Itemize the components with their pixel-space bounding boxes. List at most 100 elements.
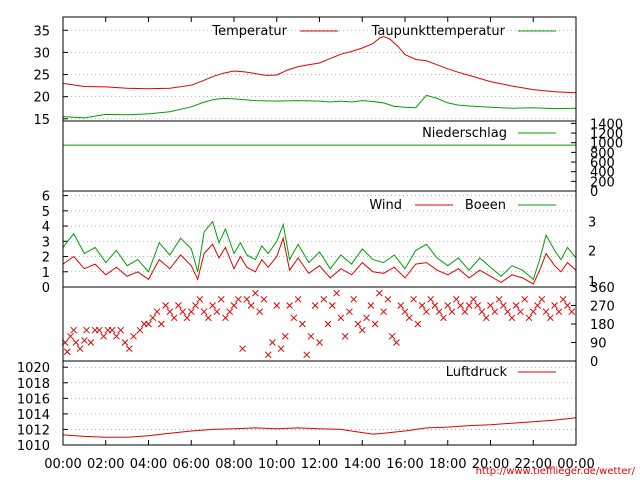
wind-direction-point [70,326,78,334]
x-tick-label: 06:00 [173,457,210,472]
weather-chart: 1520253035 Temperatur Taupunkttemperatur02… [17,16,636,477]
wind-ytick-label: 5 [42,205,50,220]
legend-boeen-label: Boeen [465,198,506,213]
wind-direction-point [405,314,413,322]
wind-direction-point [452,295,460,303]
legend-taupunkt-label: Taupunkttemperatur [371,24,506,39]
wind-direction-point [495,295,503,303]
wind-direction-point [87,339,95,346]
wind-direction-point [307,332,315,340]
wind-direction-point [367,302,375,309]
wind-direction-point [130,332,137,340]
wind-direction-point [113,332,120,340]
legend-luftdruck-label: Luftdruck [446,365,508,380]
wind-direction-point [341,332,349,340]
pressure-ytick-label: 1012 [17,423,50,438]
wind-direction-point [81,337,88,344]
legend-wind-label: Wind [369,198,402,213]
dir-ytick-label: 0 [590,355,598,370]
wind-ytick-label: 0 [42,281,50,296]
source-url: http://www.tiefflieger.de/wetter/ [476,466,636,477]
wind-direction-point [478,308,486,316]
wind-direction-point [388,332,396,340]
wind-direction-point [559,295,567,303]
wind-direction-point [418,302,426,309]
wind-direction-point [354,320,362,328]
wind-direction-point [100,332,107,340]
wind-direction-point [252,289,259,297]
wind-direction-point [136,326,144,334]
wind-direction-point [269,339,276,346]
dir-ytick-label: 270 [590,300,615,315]
wind-direction-point [316,339,323,346]
wind-direction-point [461,308,469,316]
wind-direction-point [384,295,392,303]
wind-direction-point [470,295,477,303]
precip-ytick-label: 1400 [590,117,623,132]
wind-direction-point [542,308,550,316]
wind-direction-point [538,295,546,303]
wind-direction-point [125,345,133,353]
wind-direction-point [491,308,499,316]
legend-niederschlag-label: Niederschlag [422,126,507,141]
x-tick-label: 16:00 [386,457,423,472]
wind-direction-point [333,289,340,297]
temp-ytick-label: 35 [33,24,50,39]
wind-direction-point [166,308,174,316]
wind-direction-point [157,320,165,328]
wind-direction-point [273,302,281,309]
wind-ytick-label: 6 [42,190,50,205]
series-boeen [62,220,577,281]
wind-direction-point [448,308,456,316]
wind-direction-point [196,295,204,303]
wind-direction-point [230,302,238,309]
wind-direction-point [153,308,161,316]
wind-ytick-label: 4 [42,220,50,235]
wind-direction-point [260,295,268,303]
dir-ytick-label: 90 [590,337,607,352]
wind-direction-point [423,308,430,316]
wind-direction-point [358,326,366,334]
x-tick-label: 02:00 [87,457,124,472]
wind-direction-point [444,302,452,309]
wind-direction-point [239,345,246,353]
wind-direction-point [525,314,533,322]
wind-direction-point [328,302,336,309]
pressure-ytick-label: 1016 [17,392,50,407]
legend-temperatur-label: Temperatur [211,24,287,39]
wind-direction-point [299,320,306,328]
wind-direction-point [290,314,298,322]
wind-right-label: 3 [588,215,596,230]
wind-direction-point [380,308,387,316]
wind-direction-point [200,308,208,316]
wind-direction-point [435,308,443,316]
x-tick-label: 08:00 [215,457,252,472]
wind-direction-point [350,295,358,303]
wind-direction-point [226,308,234,316]
wind-direction-point [209,302,216,309]
wind-ytick-label: 3 [42,235,50,250]
wind-direction-point [170,314,178,322]
wind-direction-point [517,308,524,316]
wind-right-label: 2 [588,244,596,259]
wind-direction-point [83,326,90,334]
wind-direction-point [286,302,293,309]
wind-ytick-label: 2 [42,251,50,266]
wind-direction-point [67,332,74,340]
wind-direction-point [504,308,511,316]
wind-direction-point [487,302,494,309]
wind-ytick-label: 1 [42,266,50,281]
wind-direction-point [108,326,116,334]
x-tick-label: 04:00 [130,457,167,472]
wind-direction-point [192,302,199,309]
wind-direction-point [555,308,563,316]
wind-direction-point [324,320,332,328]
wind-direction-point [363,314,370,322]
wind-direction-point [149,314,157,322]
wind-direction-point [474,302,482,309]
pressure-ytick-label: 1010 [17,439,50,454]
wind-direction-point [303,351,311,359]
wind-direction-point [145,320,152,328]
wind-direction-point [222,314,229,322]
wind-direction-point [529,308,537,316]
